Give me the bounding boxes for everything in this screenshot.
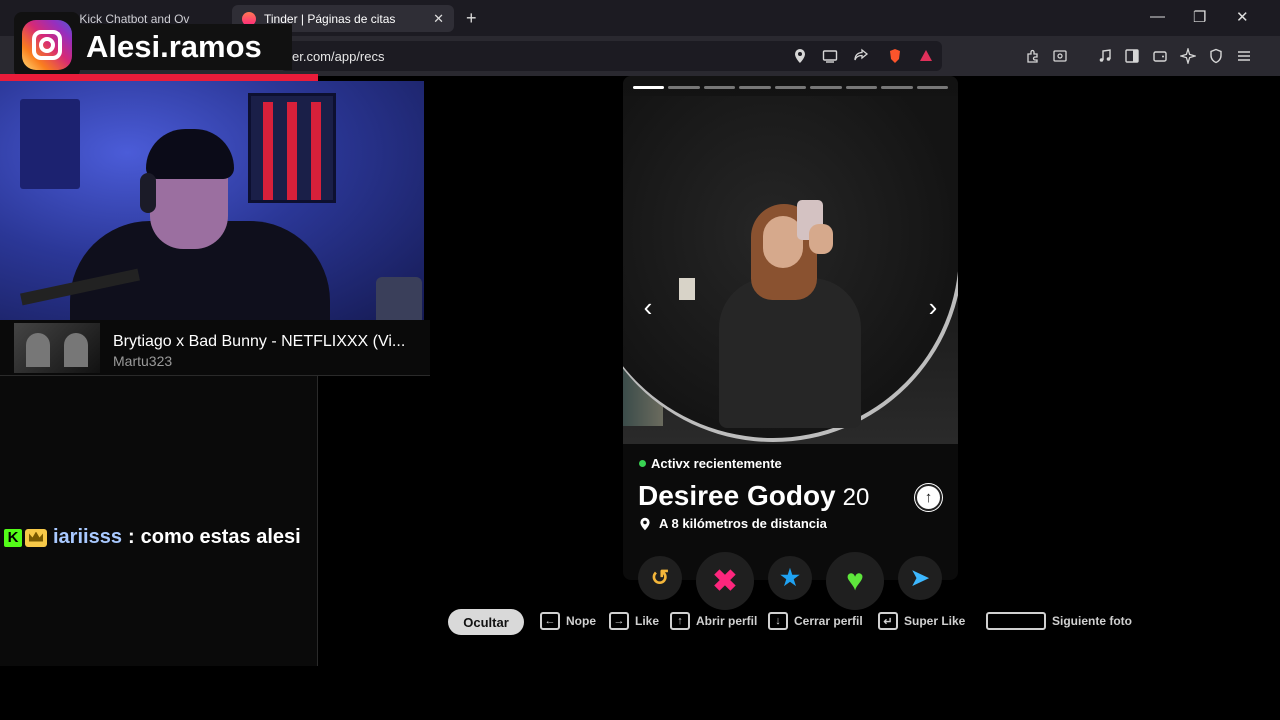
- space-key-icon: [986, 612, 1046, 630]
- profile-photo[interactable]: ‹ ›: [623, 76, 958, 444]
- streamer-hair: [146, 129, 234, 179]
- hide-shortcuts-button[interactable]: Ocultar: [448, 609, 524, 635]
- activity-status: Activx recientemente: [639, 456, 782, 471]
- jersey-poster: [248, 93, 336, 203]
- down-arrow-key-icon: ↓: [768, 612, 788, 630]
- photo-progress-bar: [633, 86, 948, 90]
- chat-username: iariisss: [53, 526, 122, 548]
- overlay-accent-bar: [0, 74, 318, 81]
- new-tab-icon[interactable]: +: [466, 8, 477, 29]
- shortcut-label: Super Like: [904, 614, 966, 628]
- photo-progress-segment[interactable]: [916, 86, 948, 89]
- photo-progress-segment[interactable]: [845, 86, 878, 89]
- restore-icon[interactable]: ❐: [1193, 8, 1206, 26]
- right-arrow-key-icon: →: [609, 612, 629, 630]
- song-requester: Martu323: [113, 353, 173, 369]
- photo-progress-segment[interactable]: [739, 86, 771, 89]
- extensions-icon[interactable]: [1022, 45, 1044, 67]
- shortcut-next-photo: Siguiente foto: [986, 612, 1132, 630]
- activity-status-text: Activx recientemente: [651, 456, 782, 471]
- previous-photo-icon[interactable]: ‹: [633, 292, 663, 322]
- bottle: [376, 277, 422, 320]
- rewind-button[interactable]: ↺: [638, 556, 682, 600]
- photo-progress-segment[interactable]: [774, 86, 807, 89]
- keyboard-shortcuts-bar: Ocultar ← Nope → Like ↑ Abrir perfil ↓ C…: [0, 606, 1280, 638]
- song-thumbnail: [14, 323, 100, 373]
- shortcut-label: Like: [635, 614, 660, 628]
- location-pin-icon: [640, 517, 650, 530]
- song-title: Brytiago x Bad Bunny - NETFLIXXX (Vi...: [113, 333, 406, 350]
- profile-name: Desiree Godoy: [638, 480, 836, 511]
- shortcut-label: Cerrar perfil: [794, 614, 863, 628]
- shortcut-like: → Like: [609, 612, 659, 630]
- enter-key-icon: ↵: [878, 612, 898, 630]
- kick-badge-icon: K: [4, 528, 22, 547]
- webcam-shelf: [20, 99, 80, 189]
- shortcut-open-profile: ↑ Abrir perfil: [670, 612, 757, 630]
- like-button[interactable]: ♥: [826, 552, 884, 610]
- crown-badge-icon: [25, 528, 47, 547]
- screen: t.app - Kick Chatbot and Ov Tinder | Pág…: [0, 0, 1280, 720]
- instagram-handle: Alesi.ramos: [86, 29, 262, 64]
- sidebar-icon[interactable]: [1121, 45, 1143, 67]
- boost-button[interactable]: ➤: [898, 556, 942, 600]
- brave-rewards-icon[interactable]: [915, 45, 937, 67]
- photo-progress-segment[interactable]: [668, 86, 700, 89]
- left-arrow-key-icon: ←: [540, 612, 560, 630]
- wallet-icon[interactable]: [1149, 45, 1171, 67]
- chat-message: K iariisss : como estas alesi: [4, 526, 301, 549]
- online-dot-icon: [639, 460, 646, 467]
- instagram-badge: [14, 12, 80, 78]
- music-icon[interactable]: [1094, 45, 1116, 67]
- shortcut-label: Siguiente foto: [1052, 614, 1132, 628]
- webcam-feed: [0, 81, 424, 320]
- minimize-icon[interactable]: —: [1150, 8, 1165, 25]
- next-photo-icon[interactable]: ›: [918, 292, 948, 322]
- leo-ai-icon[interactable]: [1177, 45, 1199, 67]
- profile-name-line: Desiree Godoy 20: [638, 480, 869, 512]
- instagram-icon: [22, 20, 72, 70]
- shortcut-label: Abrir perfil: [696, 614, 758, 628]
- photo-progress-segment[interactable]: [633, 86, 665, 89]
- shortcut-super-like: ↵ Super Like: [878, 612, 965, 630]
- photo-progress-segment[interactable]: [810, 86, 842, 89]
- now-playing-widget: Brytiago x Bad Bunny - NETFLIXXX (Vi... …: [0, 320, 430, 376]
- profile-distance: A 8 kilómetros de distancia: [639, 516, 827, 531]
- photo-progress-segment[interactable]: [881, 86, 913, 89]
- shortcut-close-profile: ↓ Cerrar perfil: [768, 612, 863, 630]
- instagram-handle-box: Alesi.ramos: [80, 24, 292, 70]
- chat-text: como estas alesi: [140, 526, 301, 548]
- super-like-button[interactable]: ★: [768, 556, 812, 600]
- photo-lamp: [679, 278, 695, 300]
- location-icon[interactable]: [789, 45, 811, 67]
- shortcut-label: Nope: [566, 614, 596, 628]
- close-tab-icon[interactable]: ✕: [433, 11, 444, 27]
- vpn-shield-icon[interactable]: [1205, 45, 1227, 67]
- nope-button[interactable]: ✖: [696, 552, 754, 610]
- address-bar[interactable]: er.com/app/recs: [280, 41, 942, 71]
- photo-hand: [809, 224, 833, 254]
- tab-search-icon[interactable]: [1049, 45, 1071, 67]
- profile-card[interactable]: ‹ › Activx recientemente Desiree Godoy 2…: [623, 76, 958, 580]
- action-buttons: ↺ ✖ ★ ♥ ➤: [636, 552, 946, 612]
- shortcut-nope: ← Nope: [540, 612, 596, 630]
- url-text: er.com/app/recs: [292, 49, 385, 64]
- profile-age: 20: [842, 484, 870, 511]
- share-icon[interactable]: [850, 45, 872, 67]
- window-close-icon[interactable]: ✕: [1236, 8, 1249, 26]
- up-arrow-key-icon: ↑: [670, 612, 690, 630]
- cast-icon[interactable]: [819, 45, 841, 67]
- headphones: [140, 173, 156, 213]
- open-profile-arrow-icon[interactable]: ↑: [915, 484, 942, 511]
- chat-separator: :: [127, 526, 135, 548]
- brave-shields-icon[interactable]: [884, 45, 906, 67]
- photo-person-body: [719, 278, 861, 428]
- photo-progress-segment[interactable]: [703, 86, 736, 89]
- profile-distance-text: A 8 kilómetros de distancia: [659, 516, 827, 531]
- menu-icon[interactable]: [1233, 45, 1255, 67]
